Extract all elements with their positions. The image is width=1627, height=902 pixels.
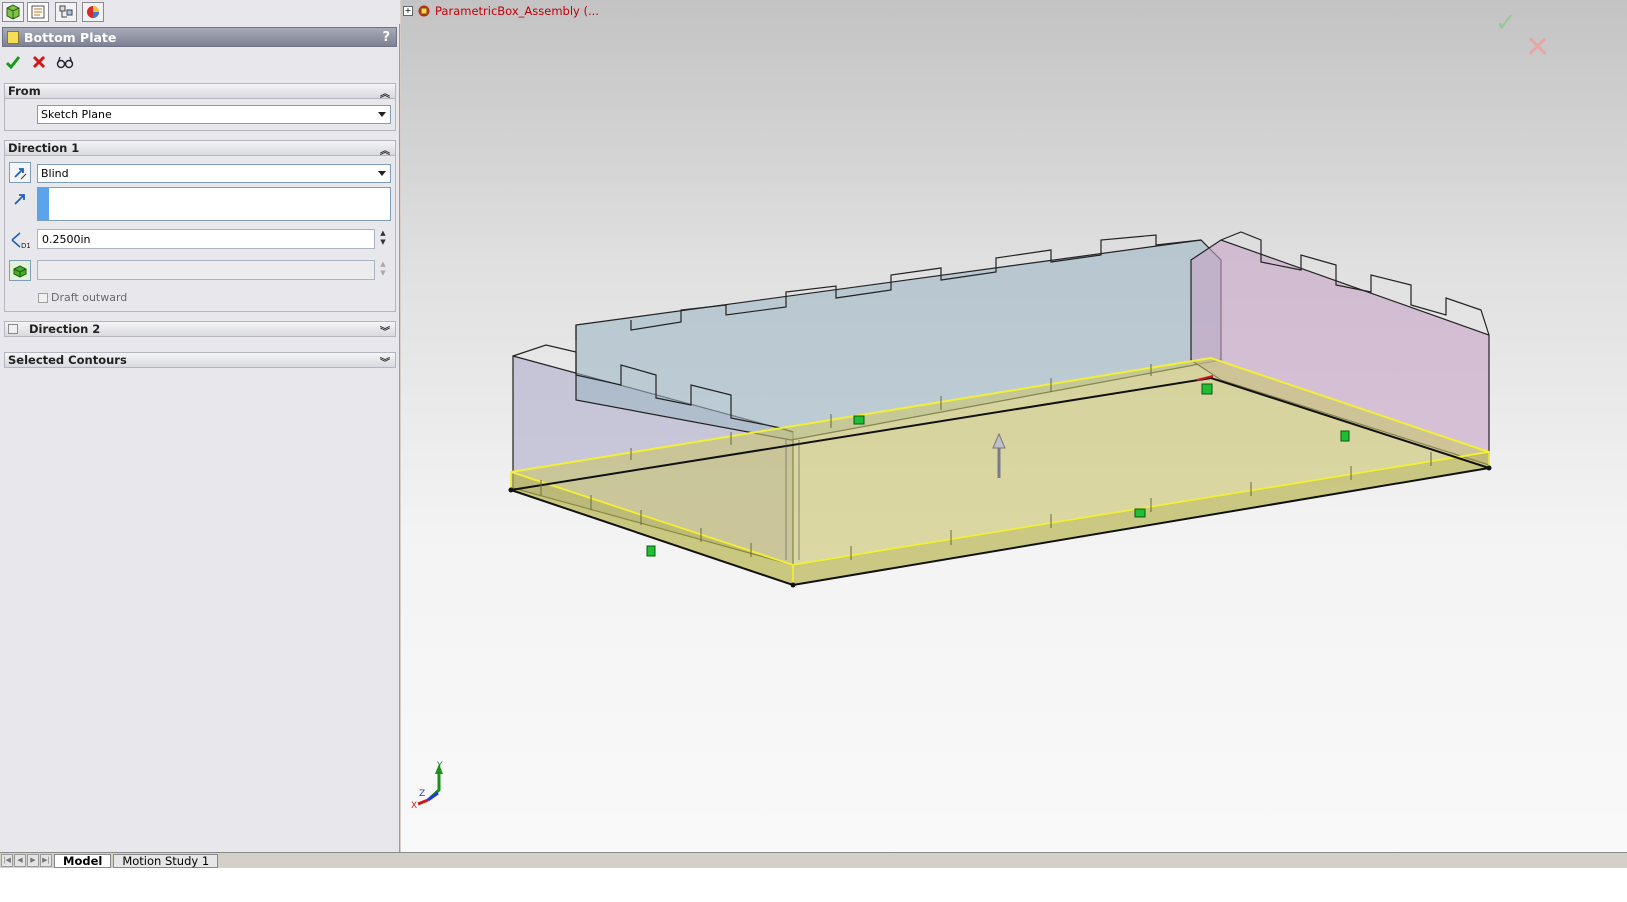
manager-tab-strip (0, 0, 400, 24)
reverse-direction-button[interactable] (9, 162, 31, 183)
sketch-vertex[interactable] (508, 487, 514, 493)
sketch-vertex[interactable] (790, 582, 796, 588)
svg-text:D1: D1 (21, 242, 30, 249)
draft-outward-checkbox[interactable] (38, 292, 48, 303)
reverse-direction-icon (14, 167, 27, 179)
tab-motion-study-1[interactable]: Motion Study 1 (113, 853, 219, 868)
draft-angle-spinner[interactable]: ▲ ▼ (378, 260, 388, 280)
active-selection-indicator (38, 188, 49, 220)
tab-model[interactable]: Model (54, 853, 112, 868)
next-tab-nav-button[interactable]: ▶ (27, 854, 39, 867)
expand-chevron-icon[interactable]: ︾ (380, 323, 390, 338)
feature-title: Bottom Plate (24, 29, 117, 45)
3d-model-viewport[interactable]: Y Z X (401, 0, 1627, 884)
depth-icon: D1 (9, 229, 31, 250)
direction1-title: Direction 1 (8, 141, 80, 155)
selected-contours-group-header[interactable]: Selected Contours ︾ (4, 352, 396, 369)
ok-button[interactable] (4, 53, 22, 71)
appearance-sphere-icon (87, 6, 99, 18)
expand-chevron-icon[interactable]: ︾ (380, 354, 390, 369)
direction-of-extrusion-icon (9, 188, 31, 209)
arrow-icon (14, 193, 25, 205)
coincident-relation-marker[interactable] (1201, 383, 1213, 395)
graphics-area[interactable]: + ParametricBox_Assembly (... ✓ ✕ Y Z X (401, 0, 1627, 884)
property-sheet-icon (31, 5, 45, 19)
depth-value: 0.2500in (42, 232, 91, 246)
help-button[interactable]: ? (382, 30, 390, 45)
direction-reference-selection-box[interactable] (37, 187, 391, 221)
direction2-group-header[interactable]: Direction 2 ︾ (4, 321, 396, 338)
direction1-group-body: Blind D1 0.2500in ▲ ▼ ▲ ▼ Draft outward (4, 156, 396, 312)
end-condition-value: Blind (41, 167, 69, 180)
appearance-tab[interactable] (82, 2, 104, 22)
property-manager-tab[interactable] (27, 2, 49, 22)
dropdown-arrow-icon[interactable] (378, 171, 386, 176)
status-bar (0, 868, 1627, 902)
vertical-relation-marker[interactable] (646, 545, 656, 557)
dropdown-arrow-icon[interactable] (378, 112, 386, 117)
checkmark-icon (5, 56, 21, 70)
first-tab-nav-button[interactable]: |◀ (1, 854, 13, 867)
from-group-header[interactable]: From ︽ (4, 83, 396, 100)
draft-angle-input[interactable] (37, 260, 375, 280)
end-condition-dropdown[interactable]: Blind (37, 164, 391, 183)
from-group-body: Sketch Plane (4, 99, 396, 131)
draft-icon (13, 264, 27, 278)
cancel-button[interactable] (30, 53, 48, 71)
triad-z-label: Z (419, 789, 425, 799)
feature-manager-tab[interactable] (2, 2, 24, 22)
horizontal-relation-marker[interactable] (853, 415, 865, 425)
property-manager-panel: Bottom Plate ? From ︽ Sketch Plane Direc… (0, 0, 400, 884)
horizontal-relation-marker[interactable] (1134, 508, 1146, 518)
triad-y-label: Y (436, 761, 443, 771)
collapse-chevron-icon[interactable]: ︽ (380, 85, 390, 100)
configuration-manager-tab[interactable] (55, 2, 77, 22)
extrude-feature-icon (7, 30, 19, 44)
property-manager-title-bar: Bottom Plate ? (2, 27, 397, 47)
direction2-title: Direction 2 (29, 322, 101, 336)
selected-contours-title: Selected Contours (8, 353, 127, 367)
property-manager-actions (4, 52, 74, 72)
reference-triad: Y Z X (411, 761, 443, 811)
bottom-tab-bar: |◀ ◀ ▶ ▶| Model Motion Study 1 (0, 852, 1627, 868)
configuration-icon (59, 5, 73, 18)
from-group-title: From (8, 84, 41, 98)
close-icon (32, 55, 46, 69)
start-condition-value: Sketch Plane (41, 108, 112, 121)
triad-x-label: X (411, 801, 417, 811)
vertical-relation-marker[interactable] (1340, 430, 1350, 442)
draft-outward-label: Draft outward (51, 291, 128, 304)
direction2-enable-checkbox[interactable] (8, 324, 18, 334)
start-condition-dropdown[interactable]: Sketch Plane (37, 105, 391, 124)
dimension-d1-icon: D1 (11, 231, 30, 249)
depth-input[interactable]: 0.2500in (37, 229, 375, 249)
draft-outward-option[interactable]: Draft outward (38, 291, 127, 304)
detailed-preview-button[interactable] (56, 53, 74, 71)
draft-toggle-button[interactable] (9, 260, 31, 281)
depth-spinner[interactable]: ▲ ▼ (378, 229, 388, 249)
feature-tree-icon (6, 4, 20, 20)
prev-tab-nav-button[interactable]: ◀ (14, 854, 26, 867)
direction1-group-header[interactable]: Direction 1 ︽ (4, 140, 396, 157)
last-tab-nav-button[interactable]: ▶| (40, 854, 52, 867)
collapse-chevron-icon[interactable]: ︽ (380, 142, 390, 157)
glasses-icon (56, 56, 74, 69)
sketch-vertex[interactable] (1486, 465, 1492, 471)
triad-x-axis (417, 798, 429, 806)
